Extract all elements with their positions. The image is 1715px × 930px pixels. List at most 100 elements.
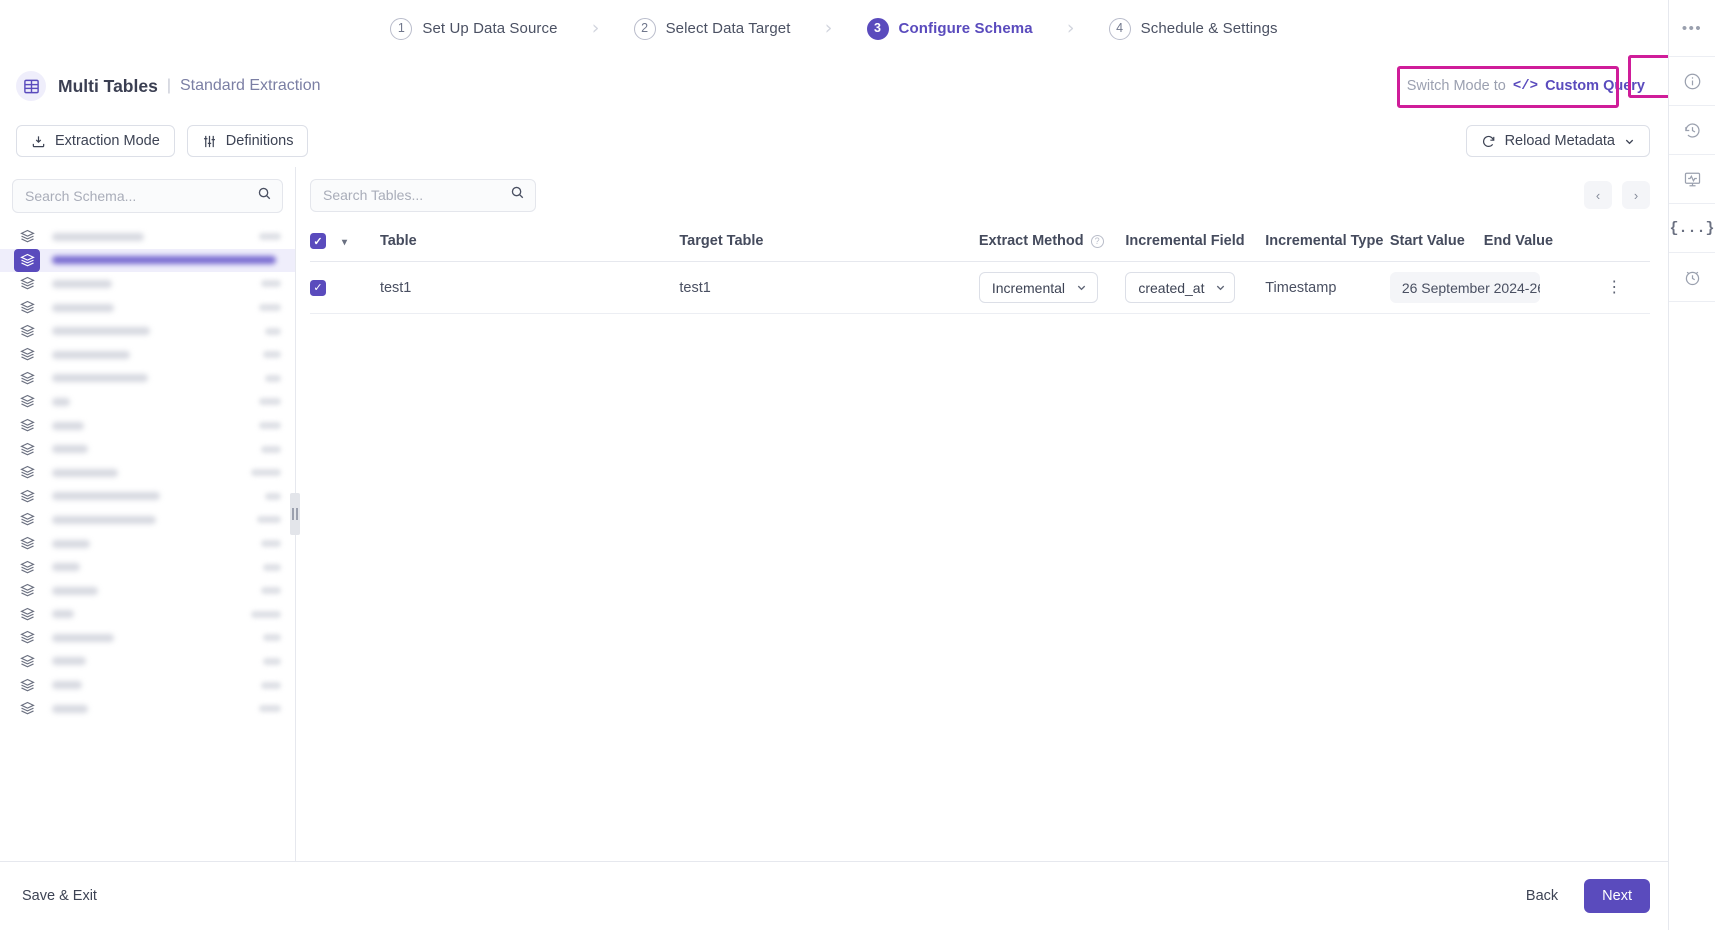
step-schedule-and-settings[interactable]: 4 Schedule & Settings (1108, 17, 1278, 40)
row-menu-button[interactable]: ⋮ (1606, 279, 1622, 296)
select-all-checkbox[interactable]: ✓ (310, 233, 326, 250)
schema-item-label (52, 492, 160, 501)
definitions-button[interactable]: Definitions (186, 125, 309, 157)
step-select-data-target[interactable]: 2 Select Data Target (633, 17, 791, 40)
extract-method-select[interactable]: Incremental (978, 272, 1098, 304)
pagination-next-button[interactable]: › (1622, 181, 1650, 209)
action-toolbar: Extraction Mode Definitions Reload Metad… (0, 115, 1668, 167)
schema-item-count (265, 492, 281, 500)
extract-method-value: Incremental (991, 279, 1066, 296)
schema-list-item[interactable] (0, 485, 295, 509)
column-header-target-table[interactable]: Target Table (679, 223, 979, 263)
extraction-mode-button[interactable]: Extraction Mode (16, 125, 175, 157)
database-stack-icon (14, 461, 40, 484)
step-number: 4 (1108, 17, 1131, 40)
chevron-down-icon[interactable]: ▾ (342, 237, 347, 248)
column-header-incremental-type[interactable]: Incremental Type (1265, 223, 1390, 263)
wizard-stepper: 1 Set Up Data Source › 2 Select Data Tar… (0, 0, 1668, 57)
sidebar-resize-handle[interactable] (290, 493, 300, 535)
search-tables-input[interactable] (323, 187, 510, 203)
title-divider: | (166, 77, 171, 94)
schema-item-count (261, 445, 281, 453)
schema-list-item[interactable] (0, 272, 295, 296)
schema-list-item[interactable] (0, 225, 295, 249)
custom-query-link[interactable]: Custom Query (1545, 78, 1645, 94)
step-number: 1 (390, 17, 413, 40)
schema-list-item[interactable] (0, 461, 295, 485)
step-set-up-data-source[interactable]: 1 Set Up Data Source (390, 17, 557, 40)
schema-list-item[interactable] (0, 603, 295, 627)
schema-item-label (52, 397, 70, 406)
alarm-clock-icon[interactable] (1669, 253, 1715, 302)
monitoring-icon[interactable] (1669, 155, 1715, 204)
column-header-incremental-field[interactable]: Incremental Field (1125, 223, 1266, 263)
app-root: 1 Set Up Data Source › 2 Select Data Tar… (0, 0, 1715, 930)
schema-item-count (261, 587, 281, 595)
step-number: 2 (633, 17, 656, 40)
schema-item-count (265, 374, 281, 382)
search-icon[interactable] (510, 185, 525, 205)
schema-list-item[interactable] (0, 414, 295, 438)
schema-item-label (52, 350, 130, 359)
database-stack-icon (14, 225, 40, 248)
schema-list-item[interactable] (0, 319, 295, 343)
history-icon[interactable] (1669, 106, 1715, 155)
schema-list-item[interactable] (0, 650, 295, 674)
reload-metadata-button[interactable]: Reload Metadata (1465, 125, 1650, 157)
switch-mode-button[interactable]: Switch Mode to </> Custom Query (1407, 78, 1650, 94)
back-button[interactable]: Back (1526, 888, 1558, 904)
schema-item-count (261, 280, 281, 288)
page-subtitle: Standard Extraction (179, 77, 321, 94)
schema-list-item[interactable] (0, 296, 295, 320)
info-icon[interactable] (1669, 57, 1715, 106)
schema-list-item[interactable] (0, 555, 295, 579)
start-value-field[interactable]: 26 September 2024-26 (1389, 272, 1540, 304)
schema-list-item[interactable] (0, 248, 295, 273)
schema-list-item[interactable] (0, 579, 295, 603)
schema-list-item[interactable] (0, 626, 295, 650)
schema-list-item[interactable] (0, 367, 295, 391)
row-checkbox[interactable]: ✓ (310, 279, 326, 296)
search-schema-input[interactable] (25, 188, 257, 204)
main-column: 1 Set Up Data Source › 2 Select Data Tar… (0, 0, 1668, 930)
save-and-exit-button[interactable]: Save & Exit (22, 888, 97, 904)
next-button[interactable]: Next (1584, 879, 1650, 913)
schema-list-item[interactable] (0, 437, 295, 461)
database-stack-icon (14, 320, 40, 343)
tables-search-box[interactable] (310, 178, 536, 212)
schema-item-count (261, 681, 281, 689)
info-icon[interactable]: ? (1090, 234, 1104, 248)
schema-item-label (52, 232, 144, 241)
column-header-extract-method-label: Extract Method (978, 233, 1084, 250)
cell-start-value: 26 September 2024-26 (1389, 261, 1607, 315)
search-icon[interactable] (257, 186, 272, 206)
database-stack-icon (14, 414, 40, 437)
column-header-end-value[interactable]: End Value (1483, 223, 1607, 263)
more-options-icon[interactable]: ••• (1669, 0, 1715, 57)
schema-list-item[interactable] (0, 697, 295, 721)
column-header-extract-method[interactable]: Extract Method? (978, 223, 1126, 263)
schema-list[interactable] (0, 223, 295, 861)
step-configure-schema[interactable]: 3 Configure Schema (866, 17, 1033, 40)
schema-list-item[interactable] (0, 390, 295, 414)
schema-item-count (259, 705, 281, 713)
pagination-prev-button[interactable]: ‹ (1584, 181, 1612, 209)
table-pagination: ‹ › (1584, 181, 1650, 209)
incremental-field-select[interactable]: created_at (1125, 272, 1236, 304)
schema-list-item[interactable] (0, 508, 295, 532)
column-header-start-value[interactable]: Start Value (1389, 223, 1484, 263)
chevron-down-icon (1215, 280, 1226, 296)
json-braces-icon[interactable]: {...} (1669, 204, 1715, 253)
switch-mode-label: Switch Mode to (1406, 78, 1506, 94)
schema-search-box[interactable] (12, 179, 283, 213)
column-header-table[interactable]: Table (379, 223, 680, 263)
schema-list-item[interactable] (0, 532, 295, 556)
schema-item-label (52, 563, 80, 572)
schema-item-count (263, 563, 281, 571)
cell-incremental-type: Timestamp (1265, 261, 1390, 315)
schema-list-item[interactable] (0, 673, 295, 697)
schema-list-item[interactable] (0, 343, 295, 367)
cell-extract-method: Incremental (978, 261, 1126, 315)
incremental-field-value: created_at (1138, 279, 1205, 296)
schema-item-count (263, 634, 281, 642)
